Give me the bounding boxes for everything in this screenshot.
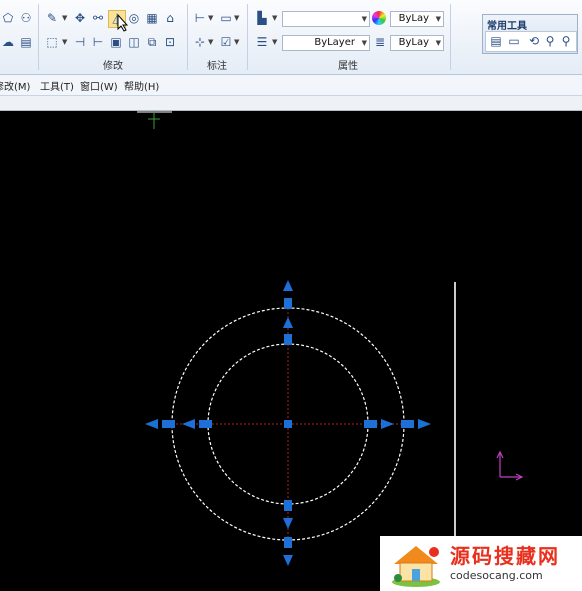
outer-bottom-grip[interactable] — [284, 537, 292, 548]
mouse-cursor-icon — [117, 14, 129, 32]
outer-top-grip[interactable] — [284, 298, 292, 309]
ruler-icon[interactable]: ▭ — [506, 33, 522, 49]
layer-combo[interactable]: ▼ — [282, 11, 370, 27]
join-icon[interactable]: ◫ — [126, 34, 142, 50]
dropdown-arrow-icon: ▼ — [62, 38, 68, 46]
menu-modify[interactable]: 修改(M) — [0, 78, 30, 93]
polygon-icon[interactable]: ⬠ — [0, 10, 16, 26]
stretch-icon[interactable]: ⬚ — [44, 34, 60, 50]
drawing-canvas[interactable] — [0, 111, 582, 591]
color-combo-value: ByLay — [398, 13, 429, 24]
copy-icon[interactable]: ⚯ — [90, 10, 106, 26]
inner-bottom-grip[interactable] — [284, 500, 292, 511]
dropdown-arrow-icon: ▼ — [208, 14, 214, 22]
dropdown-arrow-icon: ▼ — [361, 15, 367, 23]
menu-help[interactable]: 帮助(H) — [124, 78, 159, 93]
watermark-url: codesocang.com — [450, 569, 543, 582]
cloud-icon[interactable]: ☁ — [0, 34, 16, 50]
outer-top-arrow[interactable] — [283, 280, 293, 291]
common-tools-bar: ▤ ▭ ⟲ ⚲ ⚲ — [485, 31, 577, 52]
table-edit-icon[interactable]: ☑ — [218, 34, 234, 50]
dimension-group-label: 标注 — [207, 61, 227, 72]
drawing-tabs-strip — [0, 96, 582, 111]
text-icon[interactable]: ▭ — [218, 10, 234, 26]
properties-group: ▙ ▼ ▼ ByLay ▼ ☰ ▼ ByLayer ▼ ≣ ByLay ▼ 属性 — [248, 0, 448, 74]
linear-dimension-icon[interactable]: ⊢ — [192, 10, 208, 26]
inner-bottom-arrow[interactable] — [283, 518, 293, 529]
magnifier-icon[interactable]: ⚲ — [542, 33, 558, 49]
watermark-title: 源码搜藏网 — [450, 544, 560, 568]
dropdown-arrow-icon: ▼ — [435, 15, 441, 23]
inner-left-grip[interactable] — [199, 420, 212, 428]
dropdown-arrow-icon: ▼ — [272, 38, 278, 46]
outer-left-grip[interactable] — [162, 420, 175, 428]
leader-icon[interactable]: ⊹ — [192, 34, 208, 50]
inner-left-arrow[interactable] — [182, 419, 195, 429]
separator — [38, 4, 39, 70]
draw-group-partial: ⬠ ⚇ ☁ ▤ — [0, 0, 38, 74]
lineweight-icon[interactable]: ☰ — [254, 34, 270, 50]
linetype-combo[interactable]: ByLayer ▼ — [282, 35, 370, 51]
menu-tools[interactable]: 工具(T) — [40, 78, 74, 93]
dropdown-arrow-icon: ▼ — [234, 14, 240, 22]
inner-top-grip[interactable] — [284, 334, 292, 345]
modify-group-label: 修改 — [103, 61, 123, 72]
extend-icon[interactable]: ⊢ — [90, 34, 106, 50]
match-properties-icon[interactable]: ▙ — [254, 10, 270, 26]
separator — [450, 4, 451, 70]
erase-icon[interactable]: ✎ — [44, 10, 60, 26]
linetype-combo-value: ByLayer — [314, 37, 355, 48]
array-icon[interactable]: ▦ — [144, 10, 160, 26]
menu-window[interactable]: 窗口(W) — [80, 78, 118, 93]
menu-bar: 修改(M) 工具(T) 窗口(W) 帮助(H) — [0, 75, 582, 96]
dropdown-arrow-icon: ▼ — [361, 39, 367, 47]
common-tools-panel: 常用工具 ▤ ▭ ⟲ ⚲ ⚲ — [482, 14, 578, 54]
search-icon[interactable]: ⚲ — [558, 33, 574, 49]
center-grip[interactable] — [284, 420, 292, 428]
dropdown-arrow-icon: ▼ — [234, 38, 240, 46]
ribbon: ⬠ ⚇ ☁ ▤ ✎ ▼ ✥ ⚯ ⏃ ◎ ▦ ⌂ ⬚ ▼ ⊣ ⊢ ▣ ◫ ⧉ ⊡ … — [0, 0, 582, 75]
properties-group-label: 属性 — [338, 61, 358, 72]
dropdown-arrow-icon: ▼ — [208, 38, 214, 46]
color-combo[interactable]: ByLay ▼ — [390, 11, 444, 27]
calculator-icon[interactable]: ▤ — [488, 33, 504, 49]
move-icon[interactable]: ✥ — [72, 10, 88, 26]
ucs-icon — [496, 450, 524, 481]
modify-group: ✎ ▼ ✥ ⚯ ⏃ ◎ ▦ ⌂ ⬚ ▼ ⊣ ⊢ ▣ ◫ ⧉ ⊡ 修改 — [40, 0, 186, 74]
outer-bottom-arrow[interactable] — [283, 555, 293, 566]
watermark-banner: 源码搜藏网 codesocang.com — [380, 536, 582, 591]
inner-right-grip[interactable] — [364, 420, 377, 428]
outer-left-arrow[interactable] — [145, 419, 158, 429]
common-tools-title: 常用工具 — [487, 21, 527, 32]
linetype-icon[interactable]: ≣ — [372, 34, 388, 50]
trim-icon[interactable]: ⊣ — [72, 34, 88, 50]
list-icon[interactable]: ⟲ — [526, 33, 542, 49]
inner-top-arrow[interactable] — [283, 317, 293, 328]
region-icon[interactable]: ⚇ — [18, 10, 34, 26]
dimension-group: ⊢ ▼ ▭ ▼ ⊹ ▼ ☑ ▼ 标注 — [188, 0, 246, 74]
scale-icon[interactable]: ⊡ — [162, 34, 178, 50]
inner-right-arrow[interactable] — [381, 419, 394, 429]
break-icon[interactable]: ▣ — [108, 34, 124, 50]
lineweight-combo-value: ByLay — [398, 37, 429, 48]
outer-right-arrow[interactable] — [418, 419, 431, 429]
fillet-icon[interactable]: ⌂ — [162, 10, 178, 26]
explode-icon[interactable]: ⧉ — [144, 34, 160, 50]
outer-right-grip[interactable] — [401, 420, 414, 428]
table-icon[interactable]: ▤ — [18, 34, 34, 50]
dropdown-arrow-icon: ▼ — [272, 14, 278, 22]
house-logo-icon — [392, 546, 440, 587]
dropdown-arrow-icon: ▼ — [435, 39, 441, 47]
dropdown-arrow-icon: ▼ — [62, 14, 68, 22]
color-wheel-icon[interactable] — [372, 11, 386, 25]
lineweight-combo[interactable]: ByLay ▼ — [390, 35, 444, 51]
